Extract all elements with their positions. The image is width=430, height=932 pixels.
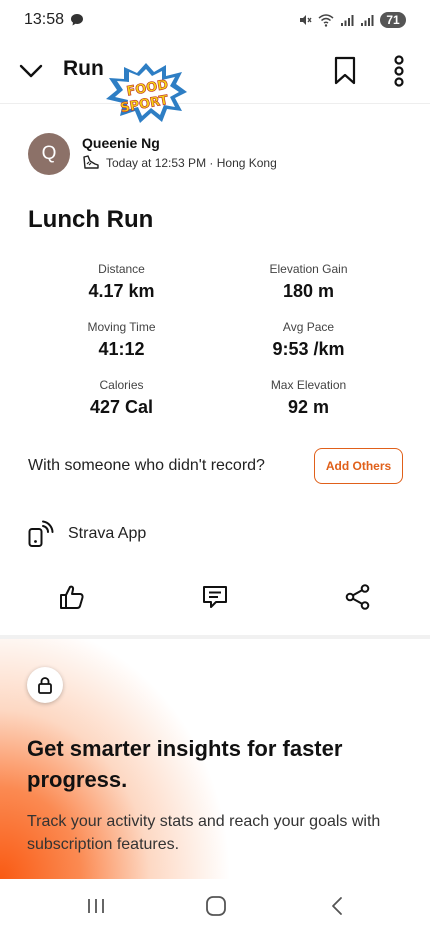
activity-time-location: Today at 12:53 PM · Hong Kong [106, 156, 277, 170]
back-icon [332, 897, 342, 915]
stat-calories: Calories 427 Cal [28, 378, 215, 418]
recent-apps-icon [88, 899, 104, 913]
stat-label: Avg Pace [282, 320, 335, 334]
stat-avg-pace: Avg Pace 9:53 /km [215, 320, 402, 360]
share-icon [345, 584, 370, 610]
athlete-name[interactable]: Queenie Ng [82, 135, 160, 151]
stat-value: 9:53 /km [272, 339, 345, 359]
avatar[interactable]: Q [28, 133, 70, 175]
lock-icon [38, 677, 52, 694]
wifi-icon [318, 14, 334, 27]
system-nav-bar [0, 879, 430, 932]
recent-apps-button[interactable] [81, 893, 111, 919]
stat-value: 41:12 [98, 339, 145, 359]
comment-button[interactable] [193, 575, 237, 619]
status-bar: 13:58 71 [0, 0, 430, 40]
device-row: Strava App [28, 519, 146, 549]
stat-value: 92 m [287, 397, 330, 417]
subscription-promo[interactable]: Get smarter insights for faster progress… [0, 639, 430, 879]
shoe-icon [83, 155, 99, 169]
status-time: 13:58 [24, 11, 65, 28]
kudos-button[interactable] [50, 575, 94, 619]
stat-label: Moving Time [87, 320, 156, 334]
phone-device-icon [28, 520, 54, 547]
stat-value: 4.17 km [88, 281, 155, 301]
athlete-row[interactable]: Q Queenie Ng Today at 12:53 PM · Hong Ko… [28, 133, 408, 177]
with-someone-text: With someone who didn't record? [28, 457, 265, 474]
activity-meta: Today at 12:53 PM · Hong Kong [82, 155, 277, 171]
stat-label: Distance [98, 262, 145, 276]
stat-elevation-gain: Elevation Gain 180 m [215, 262, 402, 302]
food-sport-logo: FOOD SPORT [106, 63, 187, 123]
comment-icon [203, 586, 227, 608]
battery-level: 71 [380, 12, 406, 28]
activity-title: Lunch Run [28, 206, 154, 233]
thumbs-up-icon [60, 585, 84, 609]
stat-distance: Distance 4.17 km [28, 262, 215, 302]
activity-screen: 13:58 71 Run FOOD SPORT Q Queenie Ng Tod… [0, 0, 430, 932]
stat-moving-time: Moving Time 41:12 [28, 320, 215, 360]
stat-max-elevation: Max Elevation 92 m [215, 378, 402, 418]
signal-icon-1 [341, 15, 354, 26]
mute-icon [300, 15, 312, 25]
with-someone-row: With someone who didn't record? Add Othe… [28, 448, 404, 484]
lock-badge [27, 667, 63, 703]
share-button[interactable] [336, 575, 380, 619]
stat-label: Max Elevation [270, 378, 347, 392]
promo-description: Track your activity stats and reach your… [27, 813, 381, 853]
stat-value: 427 Cal [89, 397, 154, 417]
add-others-button[interactable]: Add Others [314, 448, 403, 484]
header: Run FOOD SPORT [0, 40, 430, 123]
chevron-down-icon[interactable] [18, 58, 44, 84]
stat-label: Calories [99, 378, 144, 392]
device-label: Strava App [68, 525, 147, 542]
signal-icon-2 [361, 15, 374, 26]
chat-notification-icon [71, 14, 84, 26]
promo-title: Get smarter insights for faster progress… [27, 736, 343, 792]
home-button[interactable] [201, 893, 231, 919]
action-bar [0, 575, 430, 619]
stat-label: Elevation Gain [269, 262, 348, 276]
bookmark-icon[interactable] [332, 56, 358, 86]
back-button[interactable] [322, 893, 352, 919]
stat-value: 180 m [282, 281, 335, 301]
home-icon [206, 896, 226, 916]
more-vertical-icon[interactable] [388, 54, 410, 88]
page-title: Run [63, 57, 104, 80]
